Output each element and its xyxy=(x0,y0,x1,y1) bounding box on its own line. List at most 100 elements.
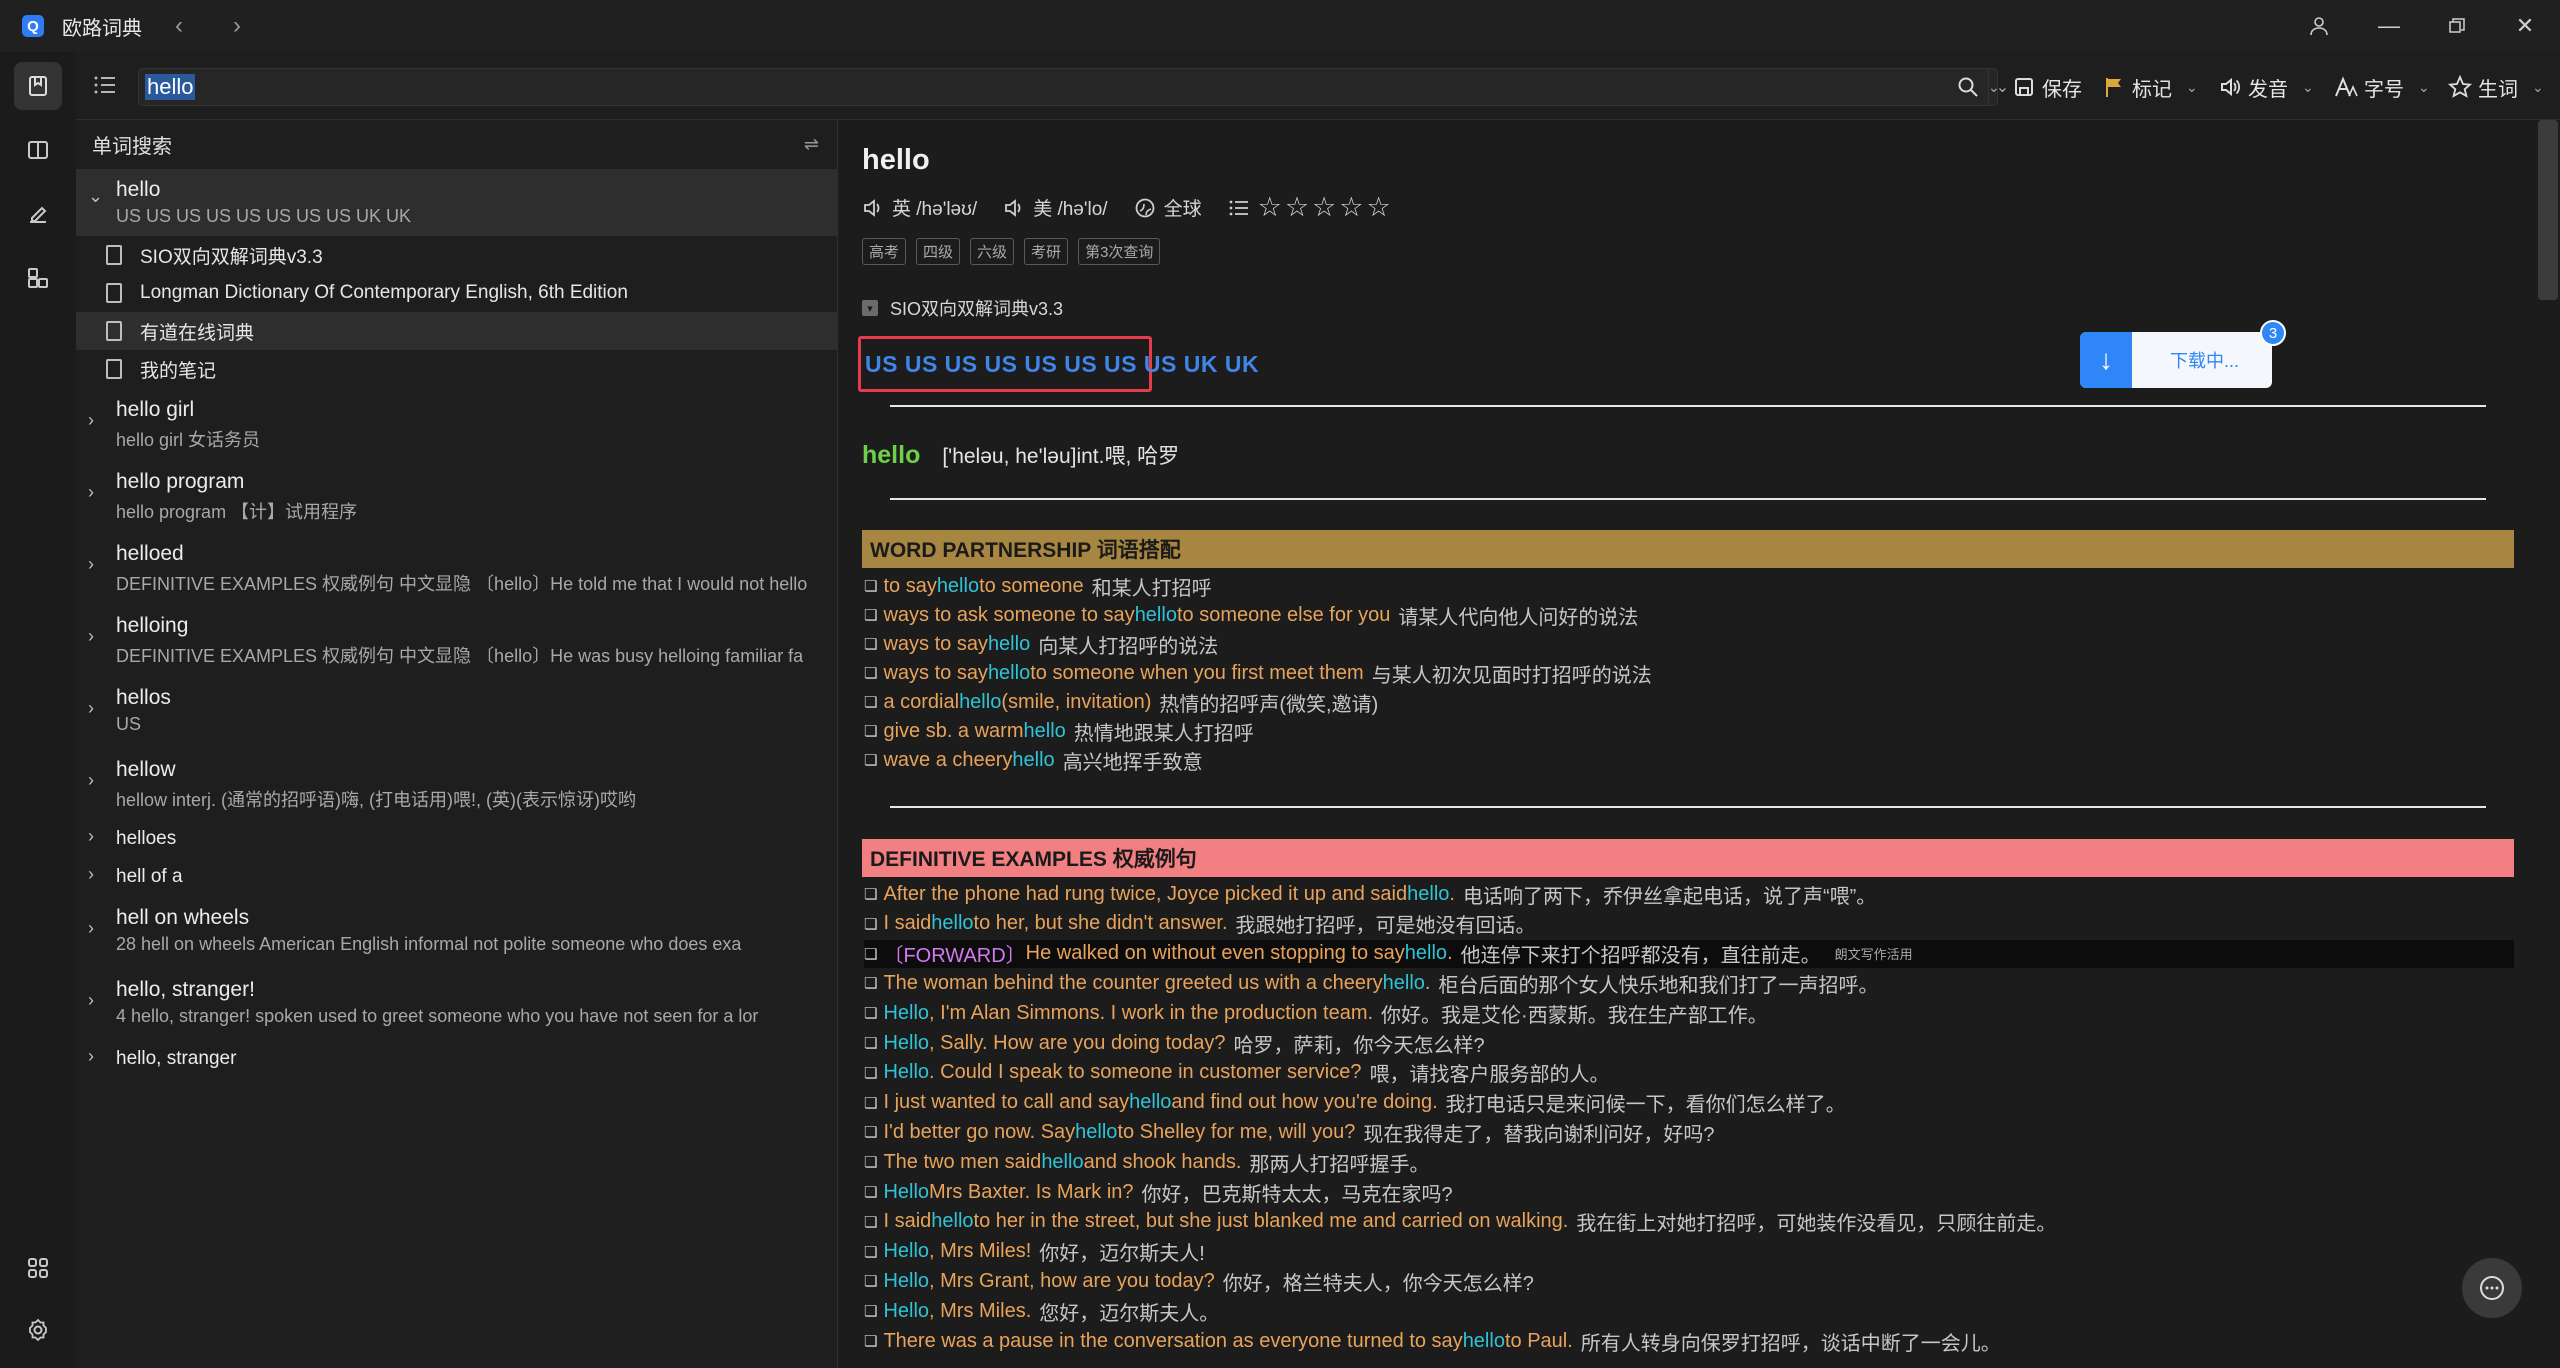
collapse-icon[interactable]: ▾ xyxy=(862,300,878,316)
list-item[interactable]: ⌄ hello US US US US US US US US UK UK xyxy=(76,170,837,236)
chevron-right-icon[interactable]: › xyxy=(88,1046,94,1067)
example-kw[interactable]: Hello xyxy=(883,1002,929,1025)
chevron-right-icon[interactable]: › xyxy=(88,990,94,1011)
example-kw[interactable]: Hello xyxy=(883,1032,929,1055)
global-pronunciation[interactable]: 全球 xyxy=(1134,194,1202,221)
dict-item[interactable]: 我的笔记 xyxy=(76,350,837,388)
example-kw[interactable]: hello xyxy=(1463,1330,1505,1353)
example-kw[interactable]: hello xyxy=(988,662,1030,685)
back-arrow-icon[interactable]: ‹ xyxy=(164,12,194,40)
list-item-word: helloes xyxy=(116,828,177,849)
star-icon[interactable]: ☆ xyxy=(1366,192,1390,223)
chevron-right-icon[interactable]: › xyxy=(88,554,94,575)
us-pronunciation[interactable]: 美 /hə'lo/ xyxy=(1003,194,1108,221)
example-kw[interactable]: hello xyxy=(1407,883,1449,906)
list-item[interactable]: › hell of a xyxy=(76,858,837,896)
example-kw[interactable]: hello xyxy=(931,1210,973,1233)
example-kw[interactable]: hello xyxy=(988,633,1030,656)
chevron-right-icon[interactable]: › xyxy=(88,770,94,791)
uk-pronunciation[interactable]: 英 /hə'ləʊ/ xyxy=(862,194,977,221)
example-post: . xyxy=(1447,942,1453,965)
translate-rail-icon[interactable] xyxy=(14,126,62,174)
dict-item[interactable]: Longman Dictionary Of Contemporary Engli… xyxy=(76,274,837,312)
example-kw[interactable]: Hello xyxy=(883,1181,929,1204)
chat-bubble-icon[interactable] xyxy=(2462,1258,2522,1318)
scrollbar[interactable] xyxy=(2538,120,2558,300)
chevron-right-icon[interactable]: › xyxy=(88,864,94,885)
star-icon[interactable]: ☆ xyxy=(1285,192,1309,223)
list-item[interactable]: › hello, stranger! 4 hello, stranger! sp… xyxy=(76,968,837,1040)
list-item[interactable]: › helloed DEFINITIVE EXAMPLES 权威例句 中文显隐 … xyxy=(76,532,837,604)
speaker-icon[interactable] xyxy=(1003,197,1025,219)
list-menu-icon[interactable] xyxy=(92,72,120,100)
speak-label: 发音 xyxy=(2248,78,2288,101)
font-size-button[interactable]: 字号 ⌄ xyxy=(2334,68,2430,106)
star-icon[interactable]: ☆ xyxy=(1339,192,1363,223)
vocab-button[interactable]: 生词 ⌄ xyxy=(2448,68,2544,106)
list-item[interactable]: › hell on wheels 28 hell on wheels Ameri… xyxy=(76,896,837,968)
example-kw[interactable]: hello xyxy=(937,575,979,598)
chevron-right-icon[interactable]: › xyxy=(88,698,94,719)
edit-rail-icon[interactable] xyxy=(14,190,62,238)
search-tool-button[interactable]: ⌄ xyxy=(1956,68,2000,106)
example-pre: ways to say xyxy=(883,661,988,684)
list-item[interactable]: › hello program hello program 【计】试用程序 xyxy=(76,460,837,532)
example-kw[interactable]: Hello xyxy=(883,1270,929,1293)
example-kw[interactable]: hello xyxy=(1383,972,1425,995)
list-item-desc: DEFINITIVE EXAMPLES 权威例句 中文显隐 〔hello〕He … xyxy=(116,574,808,594)
chevron-right-icon[interactable]: › xyxy=(88,626,94,647)
mark-button[interactable]: 标记 ⌄ xyxy=(2102,68,2198,106)
download-label: 下载中... xyxy=(2170,351,2240,371)
example-kw[interactable]: hello xyxy=(1041,1151,1083,1174)
chevron-down-icon[interactable]: ⌄ xyxy=(88,186,103,207)
example-kw[interactable]: hello xyxy=(959,691,1001,714)
example-kw[interactable]: hello xyxy=(1405,942,1447,965)
font-size-label: 字号 xyxy=(2364,78,2404,101)
dictionary-rail-icon[interactable] xyxy=(14,62,62,110)
close-button[interactable]: ✕ xyxy=(2490,0,2560,52)
example-kw[interactable]: hello xyxy=(1135,604,1177,627)
list-icon[interactable] xyxy=(1228,197,1250,219)
settings-gear-icon[interactable] xyxy=(14,1306,62,1354)
list-item[interactable]: › hello, stranger xyxy=(76,1040,837,1078)
dict-item[interactable]: SIO双向双解词典v3.3 xyxy=(76,236,837,274)
dict-item[interactable]: 有道在线词典 xyxy=(76,312,837,350)
download-button[interactable]: ↓ 下载中... xyxy=(2080,332,2272,388)
download-arrow-icon: ↓ xyxy=(2080,332,2132,388)
apps-grid-icon[interactable] xyxy=(14,1244,62,1292)
example-kw[interactable]: Hello xyxy=(883,1240,929,1263)
example-kw[interactable]: hello xyxy=(1024,720,1066,743)
chevron-right-icon[interactable]: › xyxy=(88,410,94,431)
example-kw[interactable]: hello xyxy=(931,912,973,935)
example-kw[interactable]: Hello xyxy=(883,1061,929,1084)
list-item[interactable]: › hellos US xyxy=(76,676,837,748)
list-item[interactable]: › hello girl hello girl 女话务员 xyxy=(76,388,837,460)
speaker-icon[interactable] xyxy=(862,197,884,219)
tag: 高考 xyxy=(862,238,907,265)
restore-button[interactable] xyxy=(2422,0,2492,52)
list-item[interactable]: › helloes xyxy=(76,820,837,858)
chevron-right-icon[interactable]: › xyxy=(88,918,94,939)
forward-arrow-icon[interactable]: › xyxy=(222,12,252,40)
example-kw[interactable]: Hello xyxy=(883,1300,929,1323)
example-kw[interactable]: hello xyxy=(1129,1091,1171,1114)
example-kw[interactable]: hello xyxy=(1012,749,1054,772)
dict-section-header[interactable]: ▾ SIO双向双解词典v3.3 xyxy=(862,295,1063,321)
list-item[interactable]: › helloing DEFINITIVE EXAMPLES 权威例句 中文显隐… xyxy=(76,604,837,676)
example-kw[interactable]: hello xyxy=(1075,1121,1117,1144)
user-icon[interactable] xyxy=(2284,0,2354,52)
chevron-right-icon[interactable]: › xyxy=(88,482,94,503)
globe-icon[interactable] xyxy=(1134,197,1156,219)
plugin-rail-icon[interactable] xyxy=(14,254,62,302)
save-button[interactable]: 保存 xyxy=(2012,68,2082,106)
star-icon[interactable]: ☆ xyxy=(1258,192,1282,223)
speak-button[interactable]: 发音 ⌄ xyxy=(2218,68,2314,106)
chevron-right-icon[interactable]: › xyxy=(88,826,94,847)
star-icon[interactable]: ☆ xyxy=(1312,192,1336,223)
example-line: ❏ The two men said hello and shook hands.… xyxy=(864,1148,1429,1176)
swap-icon[interactable]: ⇌ xyxy=(804,134,819,155)
minimize-button[interactable]: — xyxy=(2354,0,2424,52)
us-uk-audio-links[interactable]: US US US US US US US US UK UK xyxy=(858,336,1259,392)
list-item[interactable]: › hellow hellow interj. (通常的招呼语)嗨, (打电话用… xyxy=(76,748,837,820)
search-input[interactable]: hello xyxy=(138,68,1998,106)
